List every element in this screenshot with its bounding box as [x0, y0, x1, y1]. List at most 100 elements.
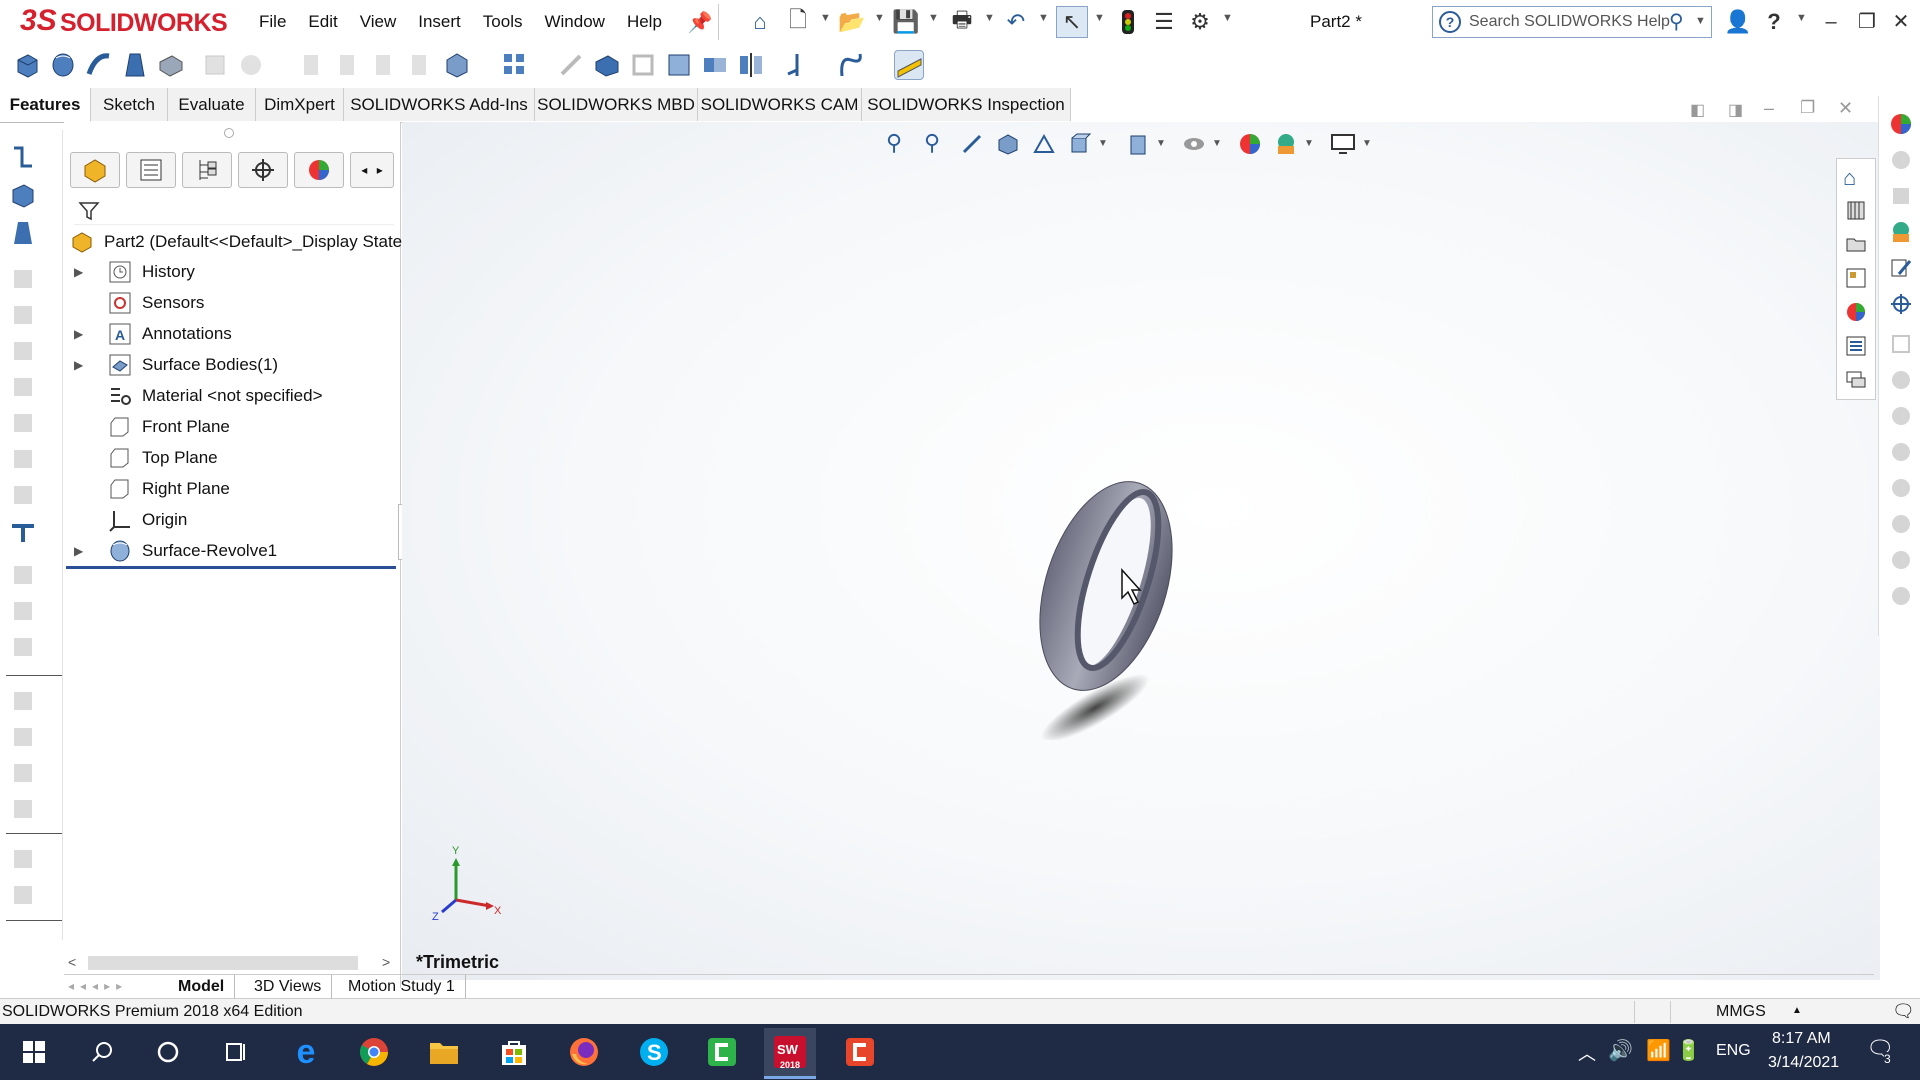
menu-insert[interactable]: Insert: [407, 0, 472, 44]
new-document-icon[interactable]: 🗋: [784, 7, 812, 36]
cortana-icon[interactable]: [148, 1032, 188, 1072]
tree-item-annotations[interactable]: ▶ A Annotations: [70, 320, 232, 348]
linear-pattern-icon[interactable]: [500, 50, 530, 80]
pin-icon[interactable]: 📌: [686, 8, 714, 36]
battery-icon[interactable]: 🔋: [1676, 1038, 1701, 1063]
design-library-icon[interactable]: [1845, 199, 1867, 226]
chevron-down-icon[interactable]: ▼: [874, 12, 885, 24]
tab-solidworks-mbd[interactable]: SOLIDWORKS MBD: [535, 88, 698, 121]
menu-tools[interactable]: Tools: [472, 0, 534, 44]
forum-icon[interactable]: [1845, 369, 1867, 396]
edit-appearance-icon[interactable]: [1238, 132, 1262, 161]
microsoft-store-icon[interactable]: [494, 1032, 534, 1072]
scene-icon[interactable]: [1889, 220, 1913, 249]
solidworks-logo[interactable]: 3S SOLIDWORKS: [14, 2, 228, 42]
tree-item-surface-revolve[interactable]: ▶ Surface-Revolve1: [70, 537, 277, 565]
menu-file[interactable]: File: [248, 0, 297, 44]
draft-icon[interactable]: [592, 50, 622, 80]
tool-icon[interactable]: [1889, 368, 1913, 397]
expand-arrow-icon[interactable]: ▶: [74, 265, 88, 279]
rebuild-traffic-light-icon[interactable]: [1114, 8, 1142, 36]
tool-icon[interactable]: [8, 880, 38, 910]
windows-start-icon[interactable]: [14, 1032, 54, 1072]
extruded-cut-icon[interactable]: [200, 50, 230, 80]
tool-icon[interactable]: [8, 264, 38, 294]
camtasia-icon[interactable]: [702, 1032, 742, 1072]
tool-icon[interactable]: [1889, 476, 1913, 505]
file-explorer-icon[interactable]: [424, 1032, 464, 1072]
tree-item-surface-bodies[interactable]: ▶ Surface Bodies(1): [70, 351, 278, 379]
open-folder-icon[interactable]: 📂: [838, 8, 866, 36]
view-palette-icon[interactable]: [1845, 267, 1867, 294]
viewport-restore-icon[interactable]: ❐: [1800, 98, 1815, 118]
tool-icon[interactable]: [8, 480, 38, 510]
viewport-minimize-icon[interactable]: –: [1764, 98, 1774, 119]
dimxpert-manager-tab-icon[interactable]: [238, 152, 288, 188]
tool-icon[interactable]: [1889, 332, 1913, 361]
show-hidden-icons-icon[interactable]: ︿: [1578, 1040, 1596, 1066]
dynamic-annotation-icon[interactable]: [1032, 132, 1056, 161]
search-icon[interactable]: ⚲: [1669, 9, 1684, 34]
view-settings-icon[interactable]: [1330, 132, 1356, 161]
section-view-icon[interactable]: [996, 132, 1020, 161]
hide-show-items-icon[interactable]: [1182, 132, 1206, 161]
tree-item-top-plane[interactable]: Top Plane: [70, 444, 218, 472]
language-indicator[interactable]: ENG: [1716, 1042, 1751, 1060]
select-cursor-icon[interactable]: ↖: [1056, 6, 1088, 38]
tool-icon[interactable]: [8, 794, 38, 824]
wrap-icon[interactable]: [664, 50, 694, 80]
menu-view[interactable]: View: [349, 0, 408, 44]
tool-icon[interactable]: [8, 686, 38, 716]
configuration-manager-tab-icon[interactable]: [182, 152, 232, 188]
tool-icon[interactable]: [8, 722, 38, 752]
tab-dimxpert[interactable]: DimXpert: [256, 88, 344, 121]
chevron-down-icon[interactable]: ▼: [1212, 138, 1222, 149]
tab-3d-views[interactable]: 3D Views: [244, 975, 333, 999]
view-orientation-icon[interactable]: [1068, 132, 1092, 161]
instant3d-icon[interactable]: [894, 50, 924, 80]
tool-icon[interactable]: [1889, 584, 1913, 613]
custom-properties-icon[interactable]: [1845, 335, 1867, 362]
solidworks-taskbar-icon[interactable]: SW 2018: [764, 1028, 816, 1079]
skype-icon[interactable]: S: [634, 1032, 674, 1072]
tool-icon[interactable]: [8, 372, 38, 402]
tab-navigation-arrows[interactable]: ◂◂◂▸▸: [68, 979, 128, 993]
intersect-icon[interactable]: [700, 50, 730, 80]
clock-date[interactable]: 3/14/2021: [1768, 1054, 1839, 1072]
chevron-down-icon[interactable]: ▼: [1156, 138, 1166, 149]
tab-solidworks-cam[interactable]: SOLIDWORKS CAM: [698, 88, 862, 121]
search-icon[interactable]: [82, 1032, 122, 1072]
hole-wizard-icon[interactable]: [236, 50, 266, 80]
user-account-icon[interactable]: 👤: [1724, 8, 1752, 36]
target-icon[interactable]: [1889, 292, 1913, 321]
expand-arrow-icon[interactable]: ▶: [74, 358, 88, 372]
tile-left-icon[interactable]: ◧: [1690, 100, 1705, 120]
tool-icon[interactable]: [1889, 184, 1913, 213]
file-explorer-icon[interactable]: [1845, 233, 1867, 260]
tree-item-front-plane[interactable]: Front Plane: [70, 413, 230, 441]
feature-manager-tab-icon[interactable]: [70, 152, 120, 188]
chevron-right-icon[interactable]: >: [382, 954, 390, 970]
save-icon[interactable]: 💾: [892, 8, 920, 36]
fillet-icon[interactable]: [442, 50, 472, 80]
appearances-icon[interactable]: [1845, 301, 1867, 328]
display-manager-tab-icon[interactable]: [294, 152, 344, 188]
home-icon[interactable]: ⌂: [746, 8, 774, 36]
clock-time[interactable]: 8:17 AM: [1772, 1030, 1831, 1048]
previous-view-icon[interactable]: [960, 132, 984, 161]
menu-window[interactable]: Window: [533, 0, 615, 44]
minimize-icon[interactable]: –: [1814, 6, 1848, 38]
camtasia-recorder-icon[interactable]: [840, 1032, 880, 1072]
chevron-down-icon[interactable]: ▼: [820, 12, 831, 24]
chevron-down-icon[interactable]: ▼: [1695, 15, 1706, 27]
display-style-icon[interactable]: [1126, 132, 1150, 161]
tool-icon[interactable]: [1889, 148, 1913, 177]
tool-icon[interactable]: [8, 408, 38, 438]
swept-boss-icon[interactable]: [84, 50, 114, 80]
tool-icon[interactable]: [1889, 440, 1913, 469]
chevron-left-icon[interactable]: <: [68, 954, 76, 970]
tool-icon[interactable]: [8, 300, 38, 330]
panel-splitter-handle[interactable]: [224, 128, 234, 138]
tile-right-icon[interactable]: ◨: [1728, 100, 1743, 120]
filter-icon[interactable]: [78, 200, 100, 227]
